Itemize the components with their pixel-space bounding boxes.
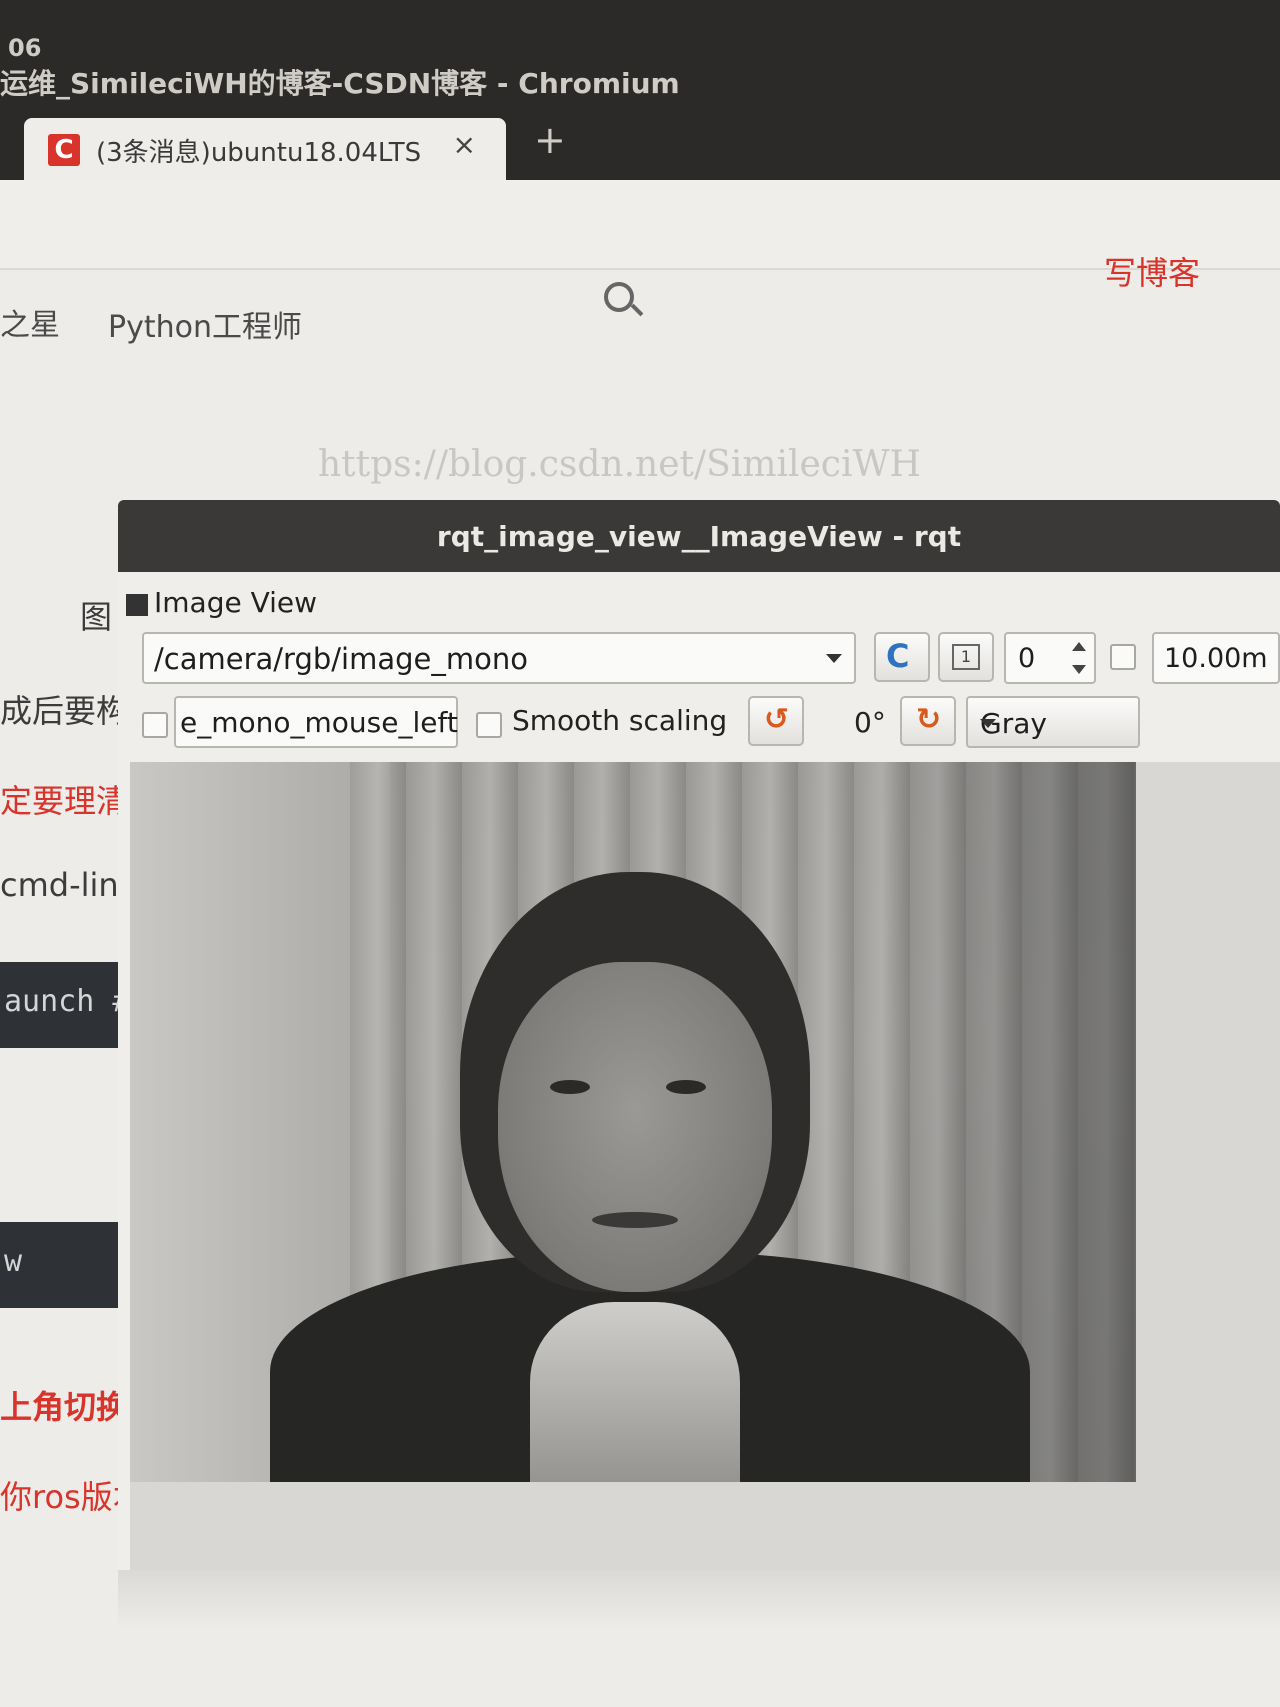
rqt-body: Image View /camera/rgb/image_mono C 1 0 … <box>118 572 1280 1570</box>
new-tab-button[interactable]: + <box>534 118 566 162</box>
camera-image[interactable] <box>130 762 1136 1482</box>
tab-title: (3条消息)ubuntu18.04LTS <box>96 138 422 168</box>
clock: 06 <box>8 34 42 62</box>
topic-value: /camera/rgb/image_mono <box>154 642 528 676</box>
color-scheme-select[interactable]: Gray <box>966 696 1140 748</box>
publish-mouse-checkbox[interactable] <box>142 712 168 738</box>
rotate-right-button[interactable]: ↻ <box>900 696 956 746</box>
refresh-topics-button[interactable]: C <box>874 632 930 682</box>
rotate-left-icon: ↺ <box>764 702 790 737</box>
article-text-highlight: 定要理清 <box>0 782 129 820</box>
spin-up-icon[interactable] <box>1072 642 1086 651</box>
image-person-shirt <box>530 1302 740 1482</box>
dock-title: Image View <box>154 586 318 619</box>
window-titlebar: 06 运维_SimileciWH的博客-CSDN博客 - Chromium <box>0 0 1280 120</box>
spinbox-value: 0 <box>1018 643 1036 674</box>
chevron-down-icon <box>826 654 842 663</box>
spin-down-icon[interactable] <box>1072 665 1086 674</box>
code-line: aunch # <box>4 984 131 1019</box>
search-icon[interactable] <box>604 282 634 312</box>
topic-select[interactable]: /camera/rgb/image_mono <box>142 632 856 684</box>
rqt-window: rqt_image_view__ImageView - rqt Image Vi… <box>118 500 1280 1570</box>
max-range-spinbox[interactable]: 0 <box>1004 632 1096 684</box>
zoom-1-button[interactable]: 1 <box>938 632 994 682</box>
max-depth-field[interactable]: 10.00m <box>1152 632 1280 684</box>
nav-item-star[interactable]: 之星 <box>0 300 60 344</box>
rotate-left-button[interactable]: ↺ <box>748 696 804 746</box>
browser-tab[interactable]: C (3条消息)ubuntu18.04LTS × <box>24 118 506 180</box>
nav-item-python[interactable]: Python工程师 <box>108 302 302 346</box>
image-person-eye <box>666 1080 706 1094</box>
rotation-label: 0° <box>854 706 886 739</box>
refresh-icon: C <box>886 637 910 675</box>
watermark: https://blog.csdn.net/SimileciWH <box>318 444 921 485</box>
dynamic-range-checkbox[interactable] <box>1110 644 1136 670</box>
rqt-window-title: rqt_image_view__ImageView - rqt <box>436 520 962 553</box>
chevron-down-icon <box>980 719 996 728</box>
article-text: 图 <box>80 598 113 636</box>
code-line: w <box>4 1244 23 1279</box>
image-person-mouth <box>592 1212 678 1228</box>
image-person-face <box>498 962 772 1292</box>
smooth-scaling-label: Smooth scaling <box>512 704 728 737</box>
rotate-right-icon: ↻ <box>916 702 942 737</box>
smooth-scaling-checkbox[interactable] <box>476 712 502 738</box>
article-text: 成后要构 <box>0 692 129 730</box>
mouse-topic-value: e_mono_mouse_left <box>180 706 458 739</box>
dock-handle-icon[interactable] <box>126 594 148 616</box>
image-person-eye <box>550 1080 590 1094</box>
csdn-favicon-icon: C <box>48 134 80 166</box>
rqt-titlebar[interactable]: rqt_image_view__ImageView - rqt <box>118 500 1280 572</box>
window-title: 运维_SimileciWH的博客-CSDN博客 - Chromium <box>0 67 680 100</box>
image-view-area[interactable] <box>130 762 1280 1570</box>
write-blog-link[interactable]: 写博客 <box>1104 248 1200 294</box>
zoom-original-icon: 1 <box>952 644 980 670</box>
browser-toolbar <box>0 180 1280 270</box>
mouse-topic-input[interactable]: e_mono_mouse_left <box>174 696 458 748</box>
max-depth-value: 10.00m <box>1164 643 1268 674</box>
close-tab-icon[interactable]: × <box>453 128 476 161</box>
window-shadow <box>118 1570 1280 1630</box>
